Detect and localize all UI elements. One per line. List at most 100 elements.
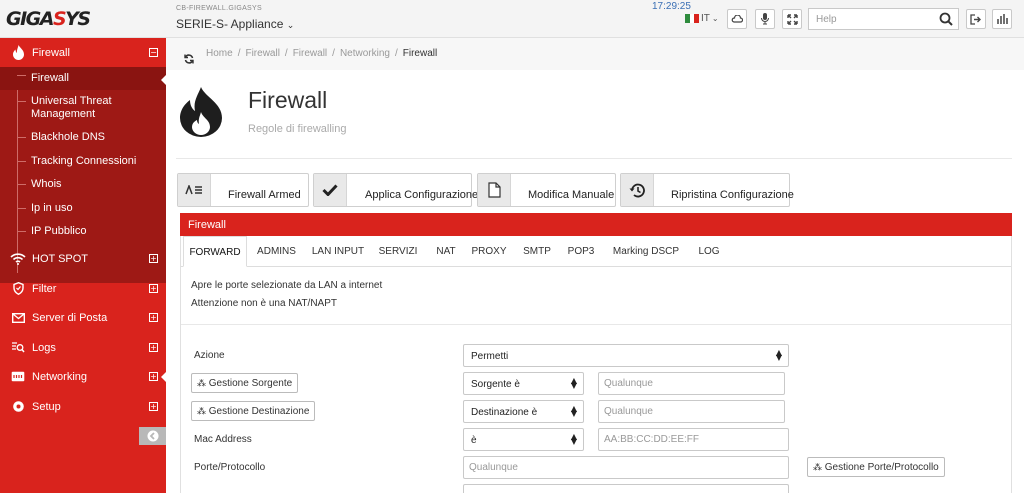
italy-flag-icon [685, 14, 700, 23]
top-bar: GIGASYS CB-FIREWALL.GIGASYS SERIE-S- App… [0, 0, 1024, 38]
voice-button[interactable] [755, 9, 775, 29]
sidebar-item-logs[interactable]: Logs + [0, 333, 166, 362]
sort-arrows-icon: ▲ ▼ [570, 404, 577, 418]
tab-pop3[interactable]: POP3 [561, 236, 601, 267]
porte-protocollo-label: Porte/Protocollo [194, 462, 266, 473]
submenu-item-ip-pubblico[interactable]: IP Pubblico [0, 223, 166, 245]
expand-icon[interactable]: + [149, 254, 158, 263]
sort-arrows-icon: ▲ ▼ [775, 348, 782, 362]
expand-icon[interactable]: + [149, 284, 158, 293]
logout-icon [970, 13, 981, 25]
expand-icon[interactable]: + [149, 343, 158, 352]
breadcrumb-firewall[interactable]: Firewall [245, 48, 279, 59]
gestione-sorgente-label: Gestione Sorgente [208, 378, 293, 389]
mac-address-input[interactable] [598, 428, 789, 451]
gestione-destinazione-label: Gestione Destinazione [208, 406, 310, 417]
expand-icon[interactable]: + [149, 372, 158, 381]
submenu-item-firewall[interactable]: Firewall [0, 67, 166, 90]
tab-servizi[interactable]: SERVIZI [374, 236, 422, 267]
check-icon [314, 174, 347, 206]
language-selector[interactable]: IT ⌄ [685, 13, 719, 24]
breadcrumb-firewall-sub[interactable]: Firewall [293, 48, 327, 59]
sitemap-icon: ⁂ [813, 462, 822, 472]
collapse-icon[interactable]: − [149, 48, 158, 57]
divider [181, 324, 1011, 325]
breadcrumb-home[interactable]: Home [206, 48, 233, 59]
search-icon[interactable] [939, 12, 953, 26]
tab-forward[interactable]: FORWARD [183, 236, 247, 267]
tab-nat[interactable]: NAT [429, 236, 463, 267]
sidebar-item-setup[interactable]: Setup + [0, 392, 166, 421]
clock: 17:29:25 [652, 1, 691, 12]
fullscreen-icon [786, 13, 798, 25]
gear-icon [10, 399, 26, 415]
tab-log[interactable]: LOG [691, 236, 727, 267]
appliance-name: SERIE-S- Appliance [176, 17, 284, 31]
main-content: Home / Firewall / Firewall / Networking / Fi… [166, 38, 1024, 493]
logout-button[interactable] [966, 9, 986, 29]
sitemap-icon: ⁂ [197, 378, 206, 388]
network-switch-icon [10, 369, 26, 385]
tab-admins[interactable]: ADMINS [249, 236, 304, 267]
firewall-armed-icon [178, 174, 211, 206]
gestione-sorgente-button[interactable]: ⁂ Gestione Sorgente [191, 373, 299, 393]
azione-select[interactable]: Permetti ▲ ▼ [463, 344, 789, 367]
mac-op-select[interactable]: è ▲ ▼ [463, 428, 584, 451]
sidebar-item-filter[interactable]: Filter + [0, 274, 166, 303]
microphone-icon [761, 13, 769, 25]
apply-config-label: Applica Configurazione [365, 189, 479, 201]
tab-marking-dscp[interactable]: Marking DSCP [608, 236, 684, 267]
flame-icon [10, 45, 26, 61]
manual-edit-button[interactable]: Modifica Manuale [477, 173, 616, 207]
apply-config-button[interactable]: Applica Configurazione [313, 173, 478, 207]
destinazione-select[interactable]: Destinazione è ▲ ▼ [463, 400, 584, 423]
submenu-item-ip-in-uso[interactable]: Ip in uso [0, 200, 166, 222]
language-code: IT [701, 13, 710, 24]
sorgente-input[interactable] [598, 372, 785, 395]
next-row-select[interactable] [463, 484, 789, 493]
tab-lan-input[interactable]: LAN INPUT [306, 236, 370, 267]
porte-protocollo-input[interactable] [463, 456, 789, 479]
restore-config-button[interactable]: Ripristina Configurazione [620, 173, 794, 207]
sitemap-icon: ⁂ [197, 406, 206, 416]
shield-icon [10, 281, 26, 297]
tab-proxy[interactable]: PROXY [466, 236, 512, 267]
destinazione-input[interactable] [598, 400, 785, 423]
sort-arrows-icon: ▲ ▼ [570, 376, 577, 390]
refresh-icon[interactable] [184, 54, 194, 64]
network-button[interactable] [992, 9, 1012, 29]
cloud-button[interactable] [727, 9, 747, 29]
sidebar-item-firewall[interactable]: Firewall − [0, 38, 166, 67]
breadcrumb-networking[interactable]: Networking [340, 48, 390, 59]
log-search-icon [10, 340, 26, 356]
gestione-destinazione-button[interactable]: ⁂ Gestione Destinazione [191, 401, 316, 421]
sorgente-select[interactable]: Sorgente è ▲ ▼ [463, 372, 584, 395]
sort-arrows-icon: ▲ ▼ [570, 432, 577, 446]
submenu-item-utm[interactable]: Universal Threat Management [0, 93, 166, 123]
submenu-item-blackhole-dns[interactable]: Blackhole DNS [0, 129, 166, 151]
cloud-icon [731, 15, 743, 23]
sorgente-op: Sorgente è [471, 379, 520, 390]
sidebar-item-server-di-posta[interactable]: Server di Posta + [0, 303, 166, 332]
tab-smtp[interactable]: SMTP [518, 236, 556, 267]
sidebar-item-networking[interactable]: Networking + [0, 362, 166, 391]
appliance-hostname: CB-FIREWALL.GIGASYS [176, 5, 262, 12]
fullscreen-button[interactable] [782, 9, 802, 29]
firewall-armed-button[interactable]: Firewall Armed [177, 173, 309, 207]
appliance-selector[interactable]: SERIE-S- Appliance ⌄ [176, 17, 294, 31]
chevron-down-icon: ⌄ [711, 14, 719, 23]
gestione-porte-button[interactable]: ⁂ Gestione Porte/Protocollo [807, 457, 945, 477]
gestione-porte-label: Gestione Porte/Protocollo [824, 462, 939, 473]
sidebar-item-label: Filter [32, 282, 57, 295]
sidebar-collapse-button[interactable] [139, 427, 166, 445]
mac-address-label: Mac Address [194, 434, 252, 445]
expand-icon[interactable]: + [149, 402, 158, 411]
submenu-item-whois[interactable]: Whois [0, 176, 166, 198]
help-input[interactable] [809, 9, 934, 29]
logo[interactable]: GIGASYS [6, 8, 91, 30]
submenu-item-tracking[interactable]: Tracking Connessioni [0, 153, 166, 175]
expand-icon[interactable]: + [149, 313, 158, 322]
sidebar-item-hotspot[interactable]: HOT SPOT + [0, 244, 166, 273]
warning-text: Attenzione non è una NAT/NAPT [191, 298, 338, 309]
page-title: Firewall [248, 87, 328, 113]
